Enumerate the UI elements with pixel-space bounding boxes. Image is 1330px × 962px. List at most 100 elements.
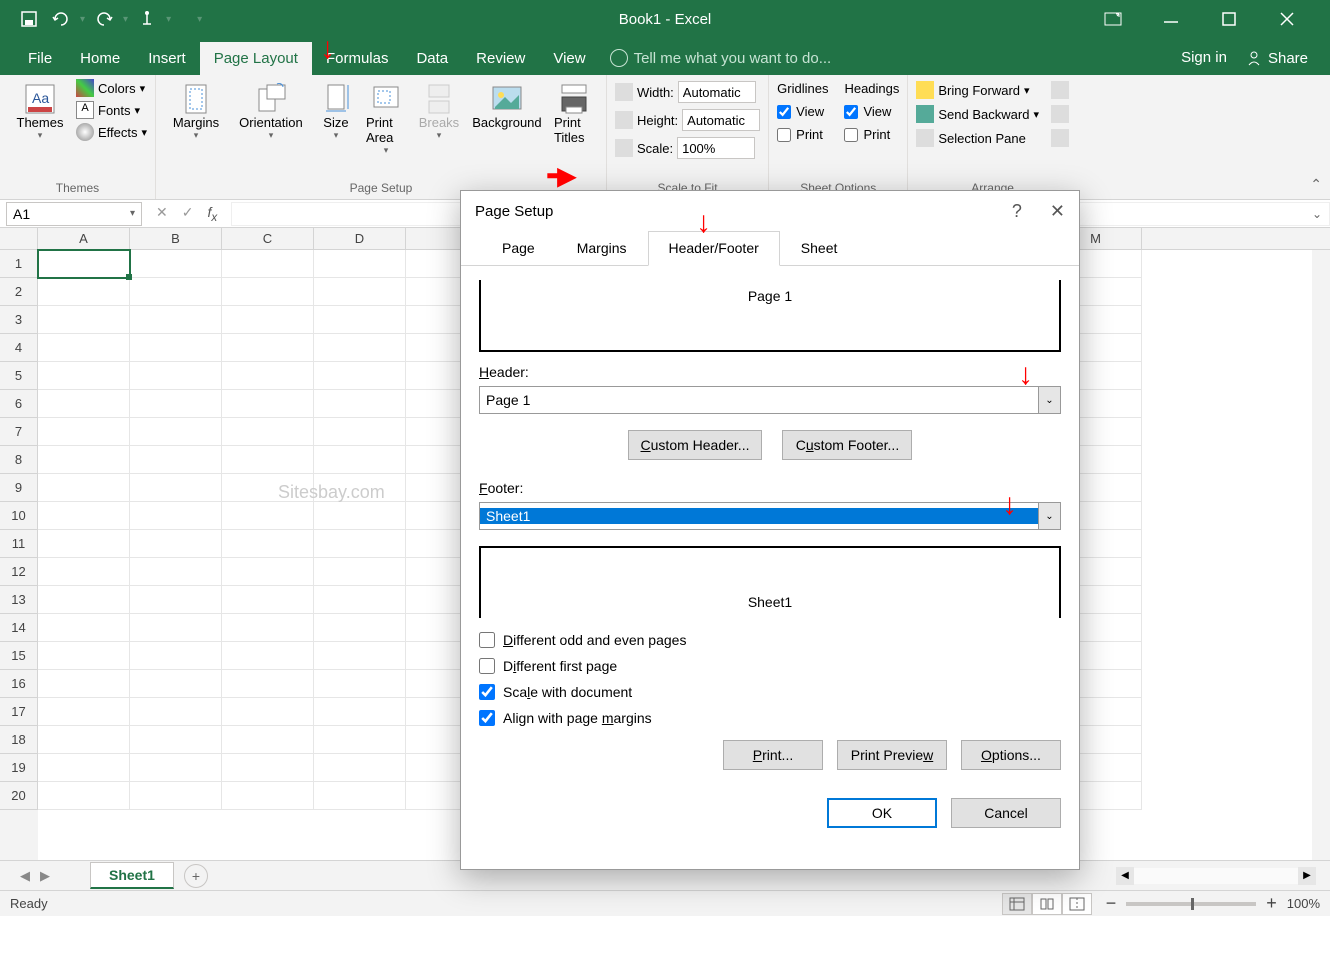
undo-icon[interactable] xyxy=(48,6,74,32)
cell[interactable] xyxy=(38,334,130,362)
align-with-margins-checkbox[interactable]: Align with page margins xyxy=(479,710,1061,726)
cell[interactable] xyxy=(130,726,222,754)
row-header[interactable]: 19 xyxy=(0,754,38,782)
row-header[interactable]: 10 xyxy=(0,502,38,530)
redo-icon[interactable] xyxy=(91,6,117,32)
cell[interactable] xyxy=(38,642,130,670)
ok-button[interactable]: OK xyxy=(827,798,937,828)
cell[interactable] xyxy=(314,782,406,810)
cell[interactable] xyxy=(38,278,130,306)
cell[interactable] xyxy=(130,390,222,418)
name-box[interactable]: A1 ▾ xyxy=(6,202,142,226)
cell[interactable] xyxy=(222,278,314,306)
custom-header-button[interactable]: Custom Header... xyxy=(628,430,763,460)
chevron-down-icon[interactable]: ⌄ xyxy=(1038,387,1060,413)
cell[interactable] xyxy=(314,698,406,726)
row-header[interactable]: 1 xyxy=(0,250,38,278)
cell[interactable] xyxy=(314,362,406,390)
headings-print-checkbox[interactable]: Print xyxy=(844,127,899,142)
row-header[interactable]: 13 xyxy=(0,586,38,614)
cell[interactable] xyxy=(38,670,130,698)
cell[interactable] xyxy=(222,670,314,698)
rotate-icon[interactable] xyxy=(1051,129,1069,147)
fonts-button[interactable]: AFonts ▾ xyxy=(76,101,147,119)
row-header[interactable]: 5 xyxy=(0,362,38,390)
dropdown-icon[interactable]: ▾ xyxy=(166,14,171,25)
zoom-slider[interactable] xyxy=(1126,902,1256,906)
scale-input[interactable] xyxy=(677,137,755,159)
send-backward-button[interactable]: Send Backward ▾ xyxy=(916,105,1039,123)
expand-formula-bar-icon[interactable]: ⌄ xyxy=(1312,207,1322,221)
column-header[interactable]: D xyxy=(314,228,406,249)
cell[interactable] xyxy=(130,586,222,614)
gridlines-print-checkbox[interactable]: Print xyxy=(777,127,828,142)
cell[interactable] xyxy=(130,334,222,362)
dialog-help-icon[interactable]: ? xyxy=(1012,201,1022,222)
cell[interactable] xyxy=(38,306,130,334)
cell[interactable] xyxy=(222,726,314,754)
page-break-view-icon[interactable] xyxy=(1062,893,1092,915)
row-header[interactable]: 18 xyxy=(0,726,38,754)
row-header[interactable]: 14 xyxy=(0,614,38,642)
dialog-close-icon[interactable]: ✕ xyxy=(1050,201,1065,222)
tab-view[interactable]: View xyxy=(539,42,599,75)
cell[interactable] xyxy=(38,390,130,418)
cell[interactable] xyxy=(38,474,130,502)
margins-button[interactable]: Margins▾ xyxy=(164,79,228,145)
cell[interactable] xyxy=(314,614,406,642)
row-header[interactable]: 3 xyxy=(0,306,38,334)
cell[interactable] xyxy=(314,278,406,306)
cell[interactable] xyxy=(314,418,406,446)
tab-insert[interactable]: Insert xyxy=(134,42,200,75)
group-icon[interactable] xyxy=(1051,105,1069,123)
cell[interactable] xyxy=(38,614,130,642)
cell[interactable] xyxy=(222,418,314,446)
column-header[interactable]: A xyxy=(38,228,130,249)
cell[interactable] xyxy=(222,334,314,362)
cell[interactable] xyxy=(130,306,222,334)
cell[interactable] xyxy=(38,558,130,586)
tab-review[interactable]: Review xyxy=(462,42,539,75)
cell[interactable] xyxy=(222,558,314,586)
cell[interactable] xyxy=(38,362,130,390)
cell[interactable] xyxy=(314,558,406,586)
column-header[interactable]: C xyxy=(222,228,314,249)
cell[interactable] xyxy=(130,782,222,810)
print-titles-button[interactable]: Print Titles xyxy=(550,79,598,149)
insert-function-icon[interactable]: fx xyxy=(207,204,217,224)
cell[interactable] xyxy=(222,362,314,390)
cell[interactable] xyxy=(130,502,222,530)
width-input[interactable] xyxy=(678,81,756,103)
row-header[interactable]: 17 xyxy=(0,698,38,726)
row-header[interactable]: 2 xyxy=(0,278,38,306)
cell[interactable] xyxy=(222,586,314,614)
gridlines-view-checkbox[interactable]: View xyxy=(777,104,828,119)
cell[interactable] xyxy=(314,390,406,418)
scroll-right-icon[interactable]: ▶ xyxy=(1298,867,1316,885)
cell[interactable] xyxy=(38,586,130,614)
colors-button[interactable]: Colors ▾ xyxy=(76,79,147,97)
cell[interactable] xyxy=(38,502,130,530)
custom-footer-button[interactable]: Custom Footer... xyxy=(782,430,912,460)
diff-first-page-checkbox[interactable]: Different first page xyxy=(479,658,1061,674)
cell[interactable] xyxy=(222,530,314,558)
cell[interactable] xyxy=(222,306,314,334)
cell[interactable] xyxy=(130,754,222,782)
zoom-level[interactable]: 100% xyxy=(1287,896,1320,911)
cell[interactable] xyxy=(130,362,222,390)
cancel-formula-icon[interactable]: ✕ xyxy=(156,204,168,224)
close-icon[interactable] xyxy=(1272,4,1302,34)
tab-formulas[interactable]: Formulas xyxy=(312,42,403,75)
effects-button[interactable]: Effects ▾ xyxy=(76,123,147,141)
bring-forward-button[interactable]: Bring Forward ▾ xyxy=(916,81,1039,99)
cell[interactable] xyxy=(314,502,406,530)
tab-file[interactable]: File xyxy=(14,42,66,75)
cell[interactable] xyxy=(222,754,314,782)
cell[interactable] xyxy=(130,250,222,278)
cell[interactable] xyxy=(314,670,406,698)
dialog-tab-sheet[interactable]: Sheet xyxy=(780,231,859,265)
options-button[interactable]: Options... xyxy=(961,740,1061,770)
ribbon-display-icon[interactable] xyxy=(1098,4,1128,34)
sheet-nav-prev-icon[interactable]: ◀ xyxy=(20,868,30,884)
cell[interactable] xyxy=(130,446,222,474)
